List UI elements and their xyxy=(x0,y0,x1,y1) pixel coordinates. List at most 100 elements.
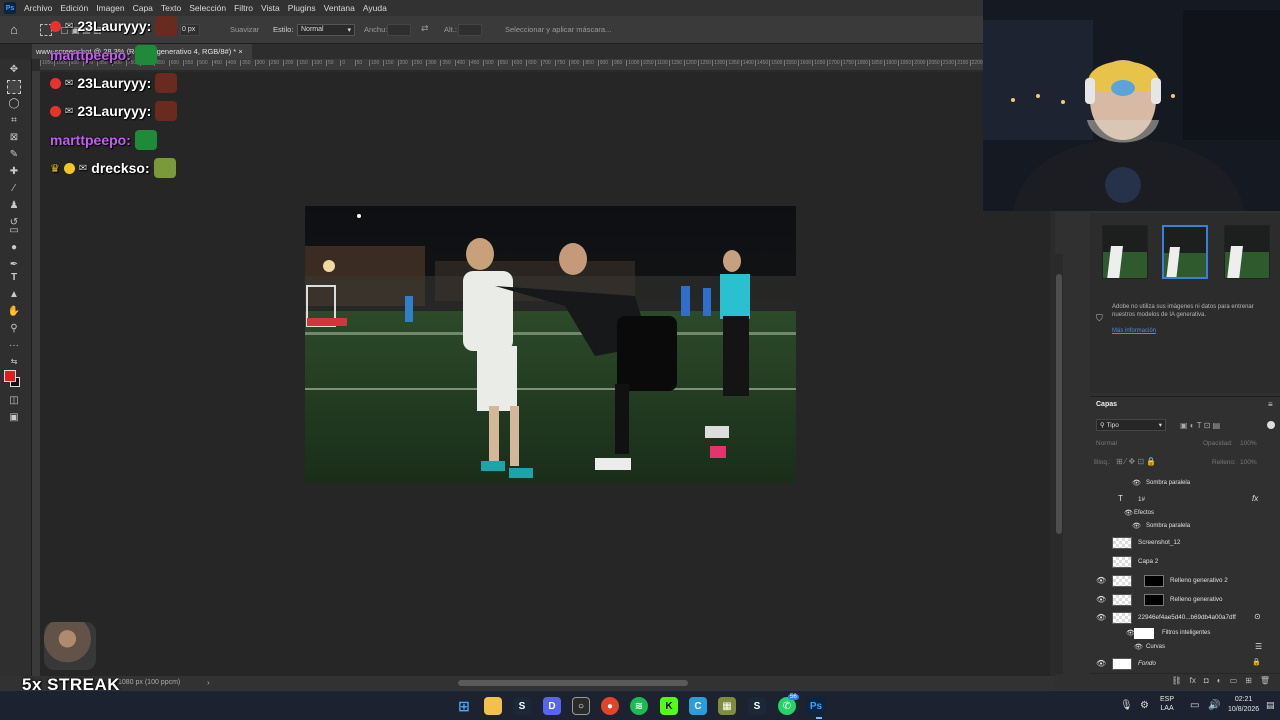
clock[interactable]: 02:21 10/8/2026 xyxy=(1228,695,1259,715)
discord-icon[interactable]: D xyxy=(543,697,561,715)
home-icon[interactable]: ⌂ xyxy=(10,22,26,38)
eye-icon[interactable]: 👁 xyxy=(1132,522,1141,530)
fx-icon[interactable]: fx xyxy=(1252,494,1258,503)
ruler-tick-label: 1600 xyxy=(797,60,812,66)
ruler-tick-label: 1950 xyxy=(898,60,912,66)
eyedropper-tool-icon[interactable]: ✎ xyxy=(7,148,21,162)
variation-thumbnail-3[interactable] xyxy=(1224,225,1270,279)
layer-row-gen-fill-2[interactable]: 👁 Relleno generativo 2 xyxy=(1090,572,1270,590)
chevron-right-icon[interactable]: › xyxy=(207,678,210,687)
app-icon[interactable]: ▦ xyxy=(718,697,736,715)
scrollbar-thumb[interactable] xyxy=(1056,274,1062,534)
eye-icon[interactable]: 👁 xyxy=(1096,613,1106,622)
add-style-icon[interactable]: fx xyxy=(1190,676,1196,687)
type-tool-icon[interactable]: T xyxy=(7,271,21,285)
blend-mode-select[interactable]: Normal xyxy=(1096,440,1117,447)
trash-icon[interactable]: 🗑 xyxy=(1260,676,1270,687)
fill-value[interactable]: 100% xyxy=(1240,459,1257,466)
photoshop-taskbar-icon[interactable]: Ps xyxy=(807,697,825,715)
select-and-mask-button[interactable]: Seleccionar y aplicar máscara... xyxy=(505,25,611,34)
filter-type-icons[interactable]: ▣ ◐ T ⊡ ▤ xyxy=(1180,421,1220,430)
notification-icon[interactable]: ▤ xyxy=(1266,700,1275,711)
lasso-tool-icon[interactable]: ◯ xyxy=(7,97,21,111)
chat-message: ✉ 23Lauryyy: xyxy=(50,16,178,36)
frame-tool-icon[interactable]: ⊠ xyxy=(7,131,21,145)
layer-row-capa-2[interactable]: Capa 2 xyxy=(1090,553,1270,571)
stamp-tool-icon[interactable]: ♟ xyxy=(7,199,21,213)
blur-tool-icon[interactable]: ● xyxy=(7,241,21,255)
eye-icon[interactable]: 👁 xyxy=(1096,659,1106,668)
ccleaner-icon[interactable]: C xyxy=(689,697,707,715)
layer-filter-select[interactable]: ⚲ Tipo ▾ xyxy=(1096,419,1166,431)
menu-ventana[interactable]: Ventana xyxy=(324,3,355,13)
mail-icon: ✉ xyxy=(65,20,74,32)
layer-row-screenshot[interactable]: Screenshot_12 xyxy=(1090,534,1270,552)
layer-row-background[interactable]: 👁 Fondo 🔒 xyxy=(1090,655,1270,673)
style-select[interactable]: Normal ▾ xyxy=(297,24,355,36)
swap-colors-icon[interactable]: ⇆ xyxy=(7,355,21,369)
move-tool-icon[interactable]: ✥ xyxy=(7,63,21,77)
volume-icon[interactable]: 🔊 xyxy=(1208,700,1220,711)
marquee-tool-icon[interactable] xyxy=(7,80,21,94)
file-explorer-icon[interactable] xyxy=(484,697,502,715)
more-tools-icon[interactable]: ··· xyxy=(7,339,21,353)
vertical-scrollbar[interactable] xyxy=(1055,254,1063,674)
crop-tool-icon[interactable]: ⌗ xyxy=(7,114,21,128)
eye-icon[interactable]: 👁 xyxy=(1096,595,1106,604)
path-selection-icon[interactable]: ▲ xyxy=(7,288,21,302)
link-layers-icon[interactable]: ⛓ xyxy=(1172,676,1182,687)
height-field[interactable] xyxy=(458,24,482,36)
microphone-icon[interactable]: 🎙 xyxy=(1120,700,1133,711)
width-field[interactable] xyxy=(387,24,411,36)
ruler-tick-label: 1200 xyxy=(683,60,697,66)
new-layer-icon[interactable]: ⊞ xyxy=(1245,676,1252,687)
lock-icons[interactable]: ⊞ ⁄ ✥ ⊡ 🔒 xyxy=(1116,457,1156,466)
variation-thumbnail-2[interactable] xyxy=(1162,225,1208,279)
quick-mask-icon[interactable]: ◫ xyxy=(7,394,21,408)
menu-ayuda[interactable]: Ayuda xyxy=(363,3,387,13)
chat-message: ✉ 23Lauryyy: xyxy=(50,73,178,93)
chat-username: 23Lauryyy: xyxy=(77,18,152,34)
language-indicator[interactable]: ESP LAA xyxy=(1160,695,1174,713)
swap-icon[interactable]: ⇄ xyxy=(421,23,429,34)
eraser-tool-icon[interactable]: ▭ xyxy=(7,224,21,238)
opacity-value[interactable]: 100% xyxy=(1240,440,1257,447)
variation-thumbnail-1[interactable] xyxy=(1102,225,1148,279)
foreground-color-swatch[interactable] xyxy=(4,370,16,382)
chrome-icon[interactable]: ● xyxy=(601,697,619,715)
filter-options-icon[interactable]: ☰ xyxy=(1255,642,1262,651)
eye-icon[interactable]: 👁 xyxy=(1132,479,1141,487)
more-info-link[interactable]: Más información xyxy=(1112,328,1156,334)
network-icon[interactable]: ▭ xyxy=(1190,700,1199,711)
eye-icon[interactable]: 👁 xyxy=(1126,629,1135,637)
pen-tool-icon[interactable]: ✒ xyxy=(7,258,21,272)
hand-tool-icon[interactable]: ✋ xyxy=(7,305,21,319)
obs-icon[interactable]: ○ xyxy=(572,697,590,715)
doc-info[interactable]: 1080 px (100 ppcm) xyxy=(118,679,180,686)
ruler-tick-label: 2000 xyxy=(912,60,926,66)
spotify-icon[interactable]: ≋ xyxy=(630,697,648,715)
panel-menu-icon[interactable]: ≡ xyxy=(1268,400,1273,409)
brush-tool-icon[interactable]: ⁄ xyxy=(7,182,21,196)
generative-fill-panel: ⛉ Adobe no utiliza sus imágenes ni datos… xyxy=(1090,213,1280,393)
layers-tab[interactable]: Capas xyxy=(1096,401,1117,408)
steam-icon[interactable]: S xyxy=(513,697,531,715)
ruler-tick-label: 1750 xyxy=(840,60,854,66)
new-group-icon[interactable]: ▭ xyxy=(1230,676,1238,687)
steam-icon-2[interactable]: S xyxy=(748,697,766,715)
screen-mode-icon[interactable]: ▣ xyxy=(7,411,21,425)
tray-settings-icon[interactable]: ⚙ xyxy=(1140,700,1149,711)
eye-icon[interactable]: 👁 xyxy=(1124,509,1133,517)
add-mask-icon[interactable]: ◘ xyxy=(1204,676,1209,687)
layer-row-gen-fill[interactable]: 👁 Relleno generativo xyxy=(1090,591,1270,609)
eye-icon[interactable]: 👁 xyxy=(1134,643,1143,651)
document-image[interactable] xyxy=(305,206,796,483)
eye-icon[interactable]: 👁 xyxy=(1096,576,1106,585)
adjustment-layer-icon[interactable]: ◐ xyxy=(1217,676,1222,687)
windows-start-icon[interactable]: ⊞ xyxy=(455,697,473,715)
horizontal-scrollbar[interactable] xyxy=(458,680,688,686)
filter-toggle[interactable] xyxy=(1267,421,1275,429)
zoom-tool-icon[interactable]: ⚲ xyxy=(7,322,21,336)
kick-icon[interactable]: K xyxy=(660,697,678,715)
healing-brush-icon[interactable]: ✚ xyxy=(7,165,21,179)
